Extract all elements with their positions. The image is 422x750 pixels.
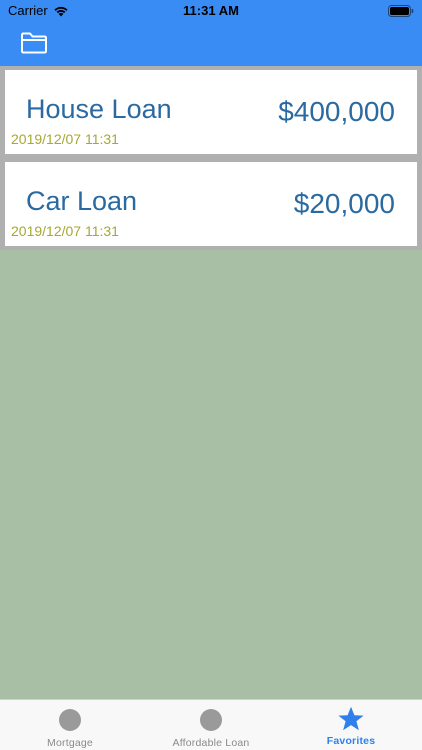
circle-icon (59, 709, 81, 731)
loan-card-car[interactable]: Car Loan $20,000 2019/12/07 11:31 (5, 162, 417, 246)
loan-card-house[interactable]: House Loan $400,000 2019/12/07 11:31 (5, 70, 417, 154)
status-right (388, 4, 414, 22)
tab-bar: Mortgage Affordable Loan Favorites (0, 699, 422, 750)
tab-affordable-loan[interactable]: Affordable Loan (141, 700, 281, 750)
battery-icon (388, 5, 414, 17)
tab-label: Favorites (326, 735, 376, 747)
tab-favorites[interactable]: Favorites (281, 700, 421, 750)
folder-icon (21, 32, 47, 54)
tab-label: Affordable Loan (172, 737, 250, 749)
loan-date: 2019/12/07 11:31 (11, 223, 119, 239)
loan-amount: $20,000 (293, 188, 395, 219)
status-bar: Carrier 11:31 AM (0, 0, 422, 22)
loan-amount: $400,000 (278, 96, 395, 127)
loan-date: 2019/12/07 11:31 (11, 131, 119, 147)
star-icon (338, 706, 364, 731)
loan-list: House Loan $400,000 2019/12/07 11:31 Car… (0, 66, 422, 250)
tab-mortgage[interactable]: Mortgage (0, 700, 140, 750)
circle-icon (200, 709, 222, 731)
folder-button[interactable] (20, 32, 50, 56)
loan-title: Car Loan (26, 186, 138, 216)
nav-bar (0, 22, 422, 66)
status-time: 11:31 AM (183, 3, 239, 18)
loan-title: House Loan (26, 94, 172, 124)
tab-label: Mortgage (47, 737, 93, 749)
